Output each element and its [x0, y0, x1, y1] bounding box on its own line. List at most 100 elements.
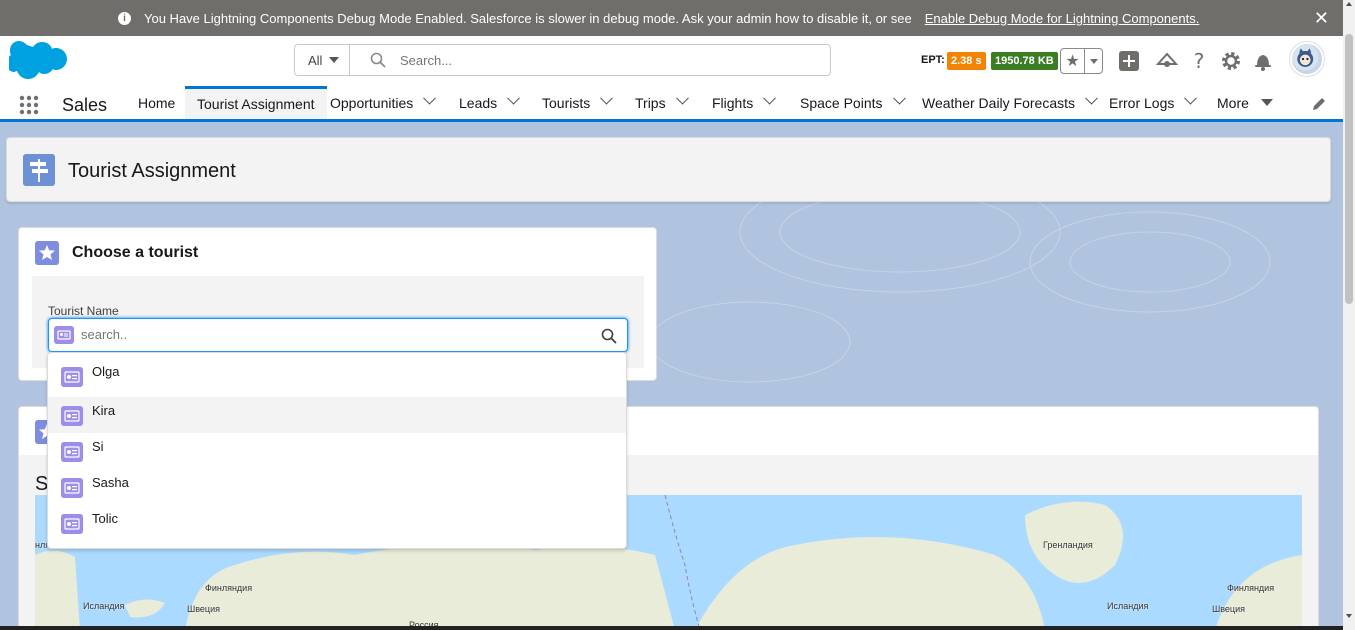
- contact-card-icon: [61, 406, 83, 426]
- help-icon[interactable]: ?: [1188, 50, 1210, 72]
- chevron-down-icon[interactable]: [600, 91, 614, 105]
- contact-card-icon: [61, 514, 83, 534]
- astro-avatar-icon: [1292, 44, 1319, 71]
- chevron-down-icon[interactable]: [423, 91, 437, 105]
- search-input[interactable]: [400, 52, 800, 68]
- option-label: Tolic: [92, 511, 119, 526]
- nav-item-label: Trips: [635, 94, 666, 111]
- nav-item-label: Weather Daily Forecasts: [922, 94, 1076, 111]
- option-label: Olga: [92, 364, 120, 379]
- map-label: Финляндия: [205, 583, 253, 593]
- edit-nav-pencil-icon[interactable]: [1312, 97, 1326, 111]
- contact-card-icon: [61, 478, 83, 498]
- contact-card-icon: [54, 326, 74, 344]
- tourist-option-tolic[interactable]: Tolic: [48, 505, 626, 541]
- nav-item-label: Error Logs: [1109, 94, 1175, 111]
- info-icon: i: [118, 11, 131, 25]
- map-label: Швеция: [187, 604, 220, 614]
- tourist-results-dropdown: Olga Kira Si Sasha Tolic: [47, 352, 627, 549]
- ept-memory-badge: 1950.78 KB: [991, 52, 1058, 70]
- search-scope-label: All: [308, 52, 323, 68]
- tourist-option-kira[interactable]: Kira: [48, 397, 626, 433]
- map-label: Финляндия: [1227, 583, 1275, 593]
- map-label: Исландия: [83, 601, 125, 611]
- caret-down-icon: [1260, 99, 1273, 106]
- trailhead-icon[interactable]: [1156, 50, 1178, 72]
- nav-item-label: Home: [138, 94, 176, 111]
- caret-down-icon: [329, 57, 340, 63]
- nav-item-label: Flights: [712, 94, 754, 111]
- chevron-down-icon[interactable]: [892, 91, 906, 105]
- app-launcher-icon[interactable]: [19, 95, 39, 115]
- search-scope-select[interactable]: All: [295, 45, 350, 75]
- nav-item-home[interactable]: Home: [138, 86, 175, 119]
- nav-item-more[interactable]: More: [1217, 86, 1273, 119]
- nav-item-label: More: [1217, 94, 1249, 111]
- taskbar-edge: [0, 626, 1343, 630]
- global-header: All EPT: 2.38 s 1950.78 KB ★ ?: [0, 36, 1343, 86]
- star-icon: [35, 241, 59, 265]
- nav-item-opportunities[interactable]: Opportunities: [330, 86, 437, 119]
- tourist-option-olga[interactable]: Olga: [48, 358, 626, 394]
- gear-icon[interactable]: [1220, 50, 1242, 72]
- enable-debug-mode-link[interactable]: Enable Debug Mode for Lightning Componen…: [925, 11, 1200, 26]
- option-label: Si: [92, 439, 104, 454]
- chevron-down-icon[interactable]: [763, 91, 777, 105]
- tourist-option-si[interactable]: Si: [48, 433, 626, 469]
- nav-item-flights[interactable]: Flights: [712, 86, 777, 119]
- tourist-lookup-field[interactable]: [48, 318, 628, 352]
- chevron-down-icon[interactable]: [675, 91, 689, 105]
- nav-item-space-points[interactable]: Space Points: [800, 86, 906, 119]
- page-header: Tourist Assignment: [6, 137, 1331, 202]
- map-label: Гренландия: [1043, 540, 1093, 550]
- signpost-icon: [23, 154, 55, 186]
- ept-time-badge: 2.38 s: [947, 52, 986, 70]
- chevron-down-icon[interactable]: [507, 91, 521, 105]
- close-icon[interactable]: ✕: [1314, 9, 1329, 27]
- notifications-bell-icon[interactable]: [1252, 50, 1274, 72]
- debug-banner-message: You Have Lightning Components Debug Mode…: [144, 10, 912, 26]
- nav-item-label: Tourists: [542, 94, 591, 111]
- scroll-up-arrow-icon[interactable]: [1346, 2, 1352, 6]
- svg-text:?: ?: [1194, 50, 1205, 72]
- nav-item-tourist-assignment[interactable]: Tourist Assignment: [185, 86, 327, 119]
- tourist-option-sasha[interactable]: Sasha: [48, 469, 626, 505]
- nav-item-label: Leads: [459, 94, 498, 111]
- contact-card-icon: [61, 442, 83, 462]
- favorites-dropdown-icon[interactable]: [1085, 49, 1102, 73]
- app-navigation-bar: Sales Home Tourist Assignment Opportunit…: [0, 86, 1343, 122]
- chevron-down-icon[interactable]: [1184, 91, 1198, 105]
- scroll-down-arrow-icon[interactable]: [1346, 614, 1352, 618]
- chevron-down-icon[interactable]: [1085, 91, 1098, 105]
- option-label: Kira: [92, 403, 116, 418]
- nav-item-error-logs[interactable]: Error Logs: [1109, 86, 1198, 119]
- add-icon[interactable]: [1118, 50, 1140, 72]
- map-label: Исландия: [1107, 601, 1149, 611]
- favorites-button[interactable]: ★: [1060, 48, 1103, 74]
- option-label: Sasha: [92, 475, 129, 490]
- map-label: Швеция: [1212, 604, 1245, 614]
- nav-item-leads[interactable]: Leads: [459, 86, 521, 119]
- tourist-search-input[interactable]: [81, 327, 581, 342]
- salesforce-logo[interactable]: [9, 41, 67, 81]
- tourist-name-label: Tourist Name: [48, 304, 119, 318]
- page-title: Tourist Assignment: [68, 160, 236, 182]
- search-icon[interactable]: [601, 328, 617, 344]
- nav-item-tourists[interactable]: Tourists: [542, 86, 614, 119]
- card-title: Choose a tourist: [72, 244, 199, 261]
- global-search[interactable]: All: [294, 44, 831, 76]
- nav-item-weather-daily-forecasts[interactable]: Weather Daily Forecasts: [922, 86, 1098, 119]
- app-name: Sales: [62, 95, 108, 115]
- nav-item-label: Tourist Assignment: [197, 96, 315, 112]
- search-icon: [370, 52, 386, 68]
- star-icon[interactable]: ★: [1061, 49, 1085, 73]
- page-scrollbar[interactable]: [1343, 0, 1355, 630]
- user-avatar[interactable]: [1290, 42, 1324, 76]
- nav-item-trips[interactable]: Trips: [635, 86, 689, 119]
- ept-label: EPT:: [921, 54, 945, 66]
- nav-item-label: Opportunities: [330, 94, 414, 111]
- debug-mode-banner: i You Have Lightning Components Debug Mo…: [0, 0, 1343, 36]
- nav-item-label: Space Points: [800, 94, 883, 111]
- contact-card-icon: [61, 367, 83, 387]
- scrollbar-thumb[interactable]: [1345, 34, 1353, 304]
